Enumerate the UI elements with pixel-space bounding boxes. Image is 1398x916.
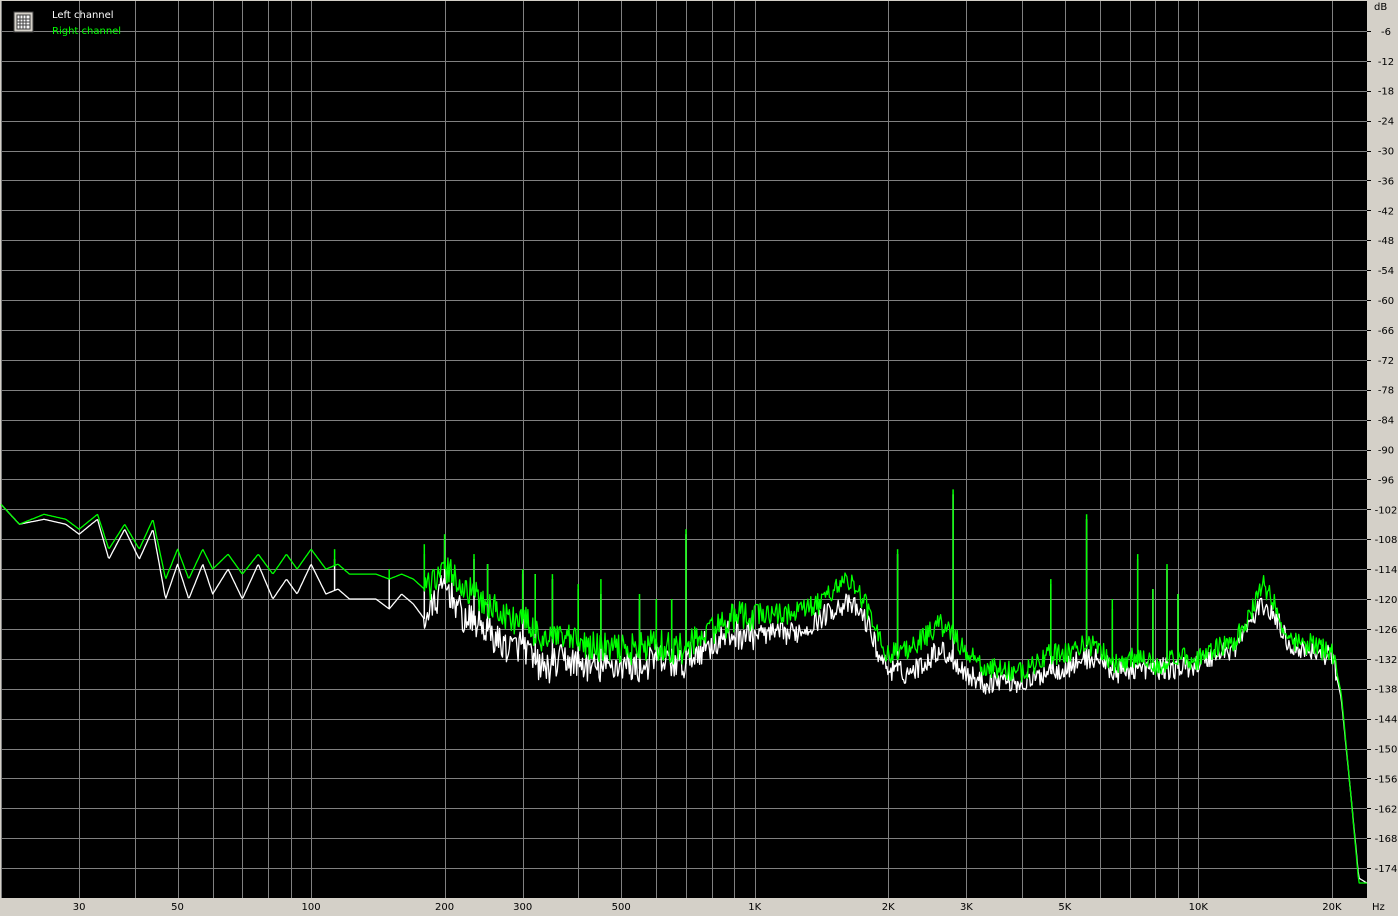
y-tick-label: -30 [1378,147,1394,158]
y-tick-label: -42 [1378,206,1394,217]
y-tick-label: -108 [1375,535,1398,546]
x-tick-label: 1K [748,902,761,913]
y-tick-label: -114 [1375,565,1398,576]
y-tick-label: -60 [1378,296,1394,307]
x-tick-label: 5K [1058,902,1071,913]
x-tick-label: 100 [302,902,321,913]
y-tick-label: -144 [1375,715,1398,726]
y-axis-unit: dB [1374,2,1387,13]
y-tick-label: -36 [1378,176,1394,187]
legend-entry-left-channel: Left channel [52,10,114,21]
x-tick-label: 20K [1322,902,1342,913]
y-tick-label: -96 [1378,475,1394,486]
y-tick-label: -12 [1378,57,1394,68]
y-tick-label: -24 [1378,117,1394,128]
y-tick-label: -66 [1378,326,1394,337]
x-tick-label: 3K [960,902,973,913]
y-tick-label: -90 [1378,446,1394,457]
y-tick-label: -132 [1375,655,1398,666]
x-tick-label: 300 [513,902,532,913]
grid-icon [16,14,31,30]
plot-area [1,1,1367,898]
x-tick-label: 50 [171,902,184,913]
y-tick-label: -102 [1375,505,1398,516]
y-tick-label: -18 [1378,87,1394,98]
y-tick-label: -174 [1375,864,1398,875]
x-tick-label: 10K [1189,902,1209,913]
spectrum-analyzer-chart: 30 50 100 200 300 500 1K 2K 3K 5K 10K 20K -6 -12 -18 -… [0,0,1398,916]
y-tick-label: -138 [1375,685,1398,696]
y-tick-label: -162 [1375,804,1398,815]
y-tick-label: -48 [1378,236,1394,247]
y-tick-label: -54 [1378,266,1394,277]
x-tick-label: 500 [612,902,631,913]
x-tick-label: 200 [435,902,454,913]
x-axis-unit: Hz [1372,902,1385,913]
x-tick-label: 30 [73,902,86,913]
y-tick-label: -6 [1381,27,1391,38]
y-tick-label: -78 [1378,386,1394,397]
y-tick-label: -156 [1375,774,1398,785]
y-tick-label: -84 [1378,416,1394,427]
y-tick-label: -126 [1375,625,1398,636]
legend-entry-right-channel: Right channel [52,26,121,37]
x-tick-label: 2K [882,902,895,913]
y-tick-label: -120 [1375,595,1398,606]
y-tick-label: -168 [1375,834,1398,845]
y-tick-label: -72 [1378,356,1394,367]
y-tick-label: -150 [1375,745,1398,756]
